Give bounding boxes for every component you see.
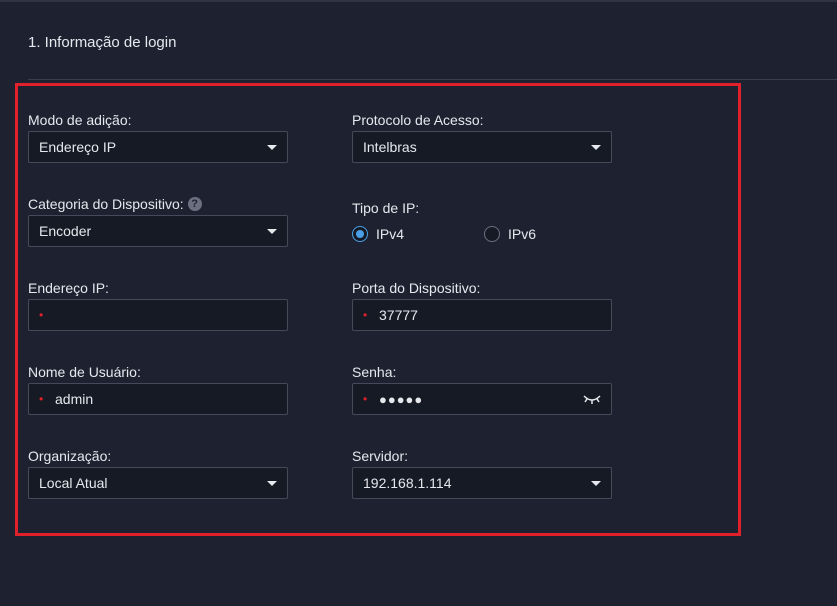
server-label: Servidor: bbox=[352, 448, 409, 464]
radio-checked-icon bbox=[352, 226, 368, 242]
add-mode-select[interactable]: Endereço IP bbox=[28, 131, 288, 163]
ip-address-input[interactable]: • bbox=[28, 299, 288, 331]
device-category-select[interactable]: Encoder bbox=[28, 215, 288, 247]
add-mode-field: Modo de adição: Endereço IP bbox=[28, 111, 288, 163]
password-value: ●●●●● bbox=[379, 391, 424, 407]
asterisk-icon: • bbox=[39, 308, 44, 322]
access-protocol-label: Protocolo de Acesso: bbox=[352, 112, 484, 128]
asterisk-icon: • bbox=[363, 392, 368, 406]
section-divider bbox=[28, 79, 837, 80]
device-category-label: Categoria do Dispositivo: bbox=[28, 196, 184, 212]
top-border bbox=[0, 0, 837, 2]
access-protocol-select[interactable]: Intelbras bbox=[352, 131, 612, 163]
chevron-down-icon bbox=[267, 144, 277, 150]
access-protocol-value: Intelbras bbox=[363, 139, 417, 155]
ip-type-label: Tipo de IP: bbox=[352, 200, 420, 216]
password-input[interactable]: • ●●●●● bbox=[352, 383, 612, 415]
server-field: Servidor: 192.168.1.114 bbox=[352, 447, 612, 499]
asterisk-icon: • bbox=[39, 392, 44, 406]
password-label: Senha: bbox=[352, 364, 397, 380]
ipv4-radio[interactable]: IPv4 bbox=[352, 226, 484, 242]
help-circle-icon[interactable]: ? bbox=[187, 197, 202, 211]
ipv4-label: IPv4 bbox=[376, 226, 405, 242]
ipv6-label: IPv6 bbox=[508, 226, 537, 242]
username-label: Nome de Usuário: bbox=[28, 364, 141, 380]
organization-label: Organização: bbox=[28, 448, 112, 464]
organization-select[interactable]: Local Atual bbox=[28, 467, 288, 499]
add-mode-label: Modo de adição: bbox=[28, 112, 132, 128]
server-value: 192.168.1.114 bbox=[363, 475, 452, 491]
add-mode-value: Endereço IP bbox=[39, 139, 117, 155]
radio-unchecked-icon bbox=[484, 226, 500, 242]
device-port-label: Porta do Dispositivo: bbox=[352, 280, 481, 296]
password-field: Senha: • ●●●●● bbox=[352, 363, 612, 415]
access-protocol-field: Protocolo de Acesso: Intelbras bbox=[352, 111, 612, 163]
chevron-down-icon bbox=[591, 480, 601, 486]
ip-address-label: Endereço IP: bbox=[28, 280, 109, 296]
ip-type-field: Tipo de IP: IPv4 IPv6 bbox=[352, 199, 536, 242]
chevron-down-icon bbox=[267, 480, 277, 486]
device-port-field: Porta do Dispositivo: • 37777 bbox=[352, 279, 612, 331]
section-title: 1. Informação de login bbox=[28, 34, 177, 51]
username-field: Nome de Usuário: • admin bbox=[28, 363, 288, 415]
device-category-value: Encoder bbox=[39, 223, 92, 239]
device-port-input[interactable]: • 37777 bbox=[352, 299, 612, 331]
device-category-field: Categoria do Dispositivo: ? Encoder bbox=[28, 195, 288, 247]
ipv6-radio[interactable]: IPv6 bbox=[484, 226, 616, 242]
chevron-down-icon bbox=[267, 228, 277, 234]
server-select[interactable]: 192.168.1.114 bbox=[352, 467, 612, 499]
organization-field: Organização: Local Atual bbox=[28, 447, 288, 499]
chevron-down-icon bbox=[591, 144, 601, 150]
eye-closed-icon[interactable] bbox=[583, 393, 601, 405]
device-category-label-row: Categoria do Dispositivo: ? bbox=[28, 195, 202, 213]
asterisk-icon: • bbox=[363, 308, 368, 322]
organization-value: Local Atual bbox=[39, 475, 108, 491]
username-value: admin bbox=[55, 391, 94, 407]
device-port-value: 37777 bbox=[379, 307, 418, 323]
username-input[interactable]: • admin bbox=[28, 383, 288, 415]
ip-address-field: Endereço IP: • bbox=[28, 279, 288, 331]
ip-type-radio-group: IPv4 IPv6 bbox=[352, 226, 616, 242]
